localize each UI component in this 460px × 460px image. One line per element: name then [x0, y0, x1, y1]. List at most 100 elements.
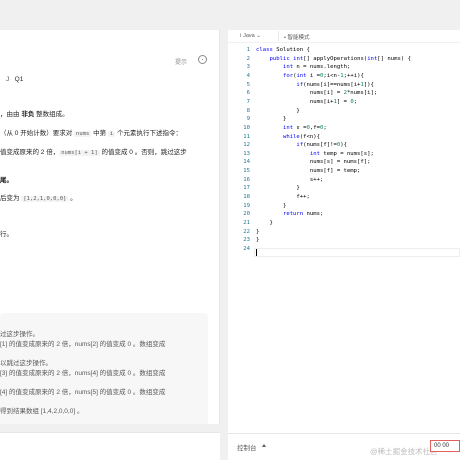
code-text: public int[] applyOperations(int[] nums)…	[269, 55, 411, 62]
text-caret	[256, 249, 257, 256]
example-line-3: 以跳过这步操作。	[0, 360, 52, 367]
line-number: 17	[243, 185, 250, 192]
code-text: int s =0,f=0;	[282, 124, 327, 131]
line-number: 12	[243, 142, 250, 149]
desc-line-4: 尾。	[0, 177, 13, 184]
active-line-highlight	[254, 248, 460, 257]
code-line[interactable]: 7 nums[i+1] = 0;	[228, 98, 460, 106]
code-text: s++;	[256, 176, 324, 183]
code-text: }	[256, 185, 300, 192]
code-text: for(int i =0;i<n-1;++i){	[282, 72, 364, 79]
line-number: 18	[243, 194, 250, 201]
code-line[interactable]: 11 while(f<n){	[228, 133, 460, 141]
line-number: 1	[246, 47, 250, 53]
code-text: }	[256, 237, 260, 244]
code-text: nums[s] = nums[f];	[256, 159, 371, 166]
code-line[interactable]: 20 return nums;	[228, 210, 460, 218]
line-number: 11	[243, 133, 250, 140]
problem-tag: J Q1	[6, 76, 24, 83]
dot-icon: •	[284, 35, 286, 41]
desc-line-5: 后变为 [1,2,1,0,0,0] 。	[0, 195, 77, 202]
toolbar-separator	[278, 31, 279, 41]
example-line-4: [3] 的值变成原来的 2 倍，nums[4] 的值变成 0 。数组变成	[0, 370, 166, 377]
problem-description-card: J Q1 ，由由 非负 整数组成。 （从 0 开始计数）要求对 nums 中第 …	[0, 30, 220, 424]
code-area[interactable]: 1 class Solution { 2 public int[] applyOpe…	[228, 46, 460, 426]
code-line[interactable]: 15 nums[f] = temp;	[228, 167, 460, 175]
hint-button[interactable]: 提示	[175, 57, 187, 66]
code-text: int temp = nums[s];	[309, 150, 374, 157]
code-line[interactable]: 18 f++;	[228, 193, 460, 201]
example-line-2: [1] 的值变成原来的 2 倍，nums[2] 的值变成 0 。数组变成	[0, 341, 166, 348]
code-line[interactable]: 8 }	[228, 107, 460, 115]
line-number: 7	[246, 98, 250, 105]
timer-badge[interactable]: 00 00	[430, 440, 460, 452]
desc-line-3: 值变成原来的 2 倍， nums[i + 1] 的值变成 0 。否则，跳过这步	[0, 149, 187, 156]
code-text: if(nums[f]!=0){	[296, 142, 347, 149]
desc-line-1: ，由由 非负 整数组成。	[0, 111, 69, 118]
desc-line-2: （从 0 开始计数）要求对 nums 中第 i 个元素执行下述指令：	[0, 130, 183, 137]
code-line[interactable]: 3 int n = nums.length;	[228, 63, 460, 71]
code-text: }	[256, 107, 300, 114]
left-top-bar	[0, 0, 222, 30]
line-number: 9	[246, 116, 250, 123]
example-block: 过这步操作。 [1] 的值变成原来的 2 倍，nums[2] 的值变成 0 。数…	[0, 313, 208, 424]
line-number: 3	[246, 64, 250, 71]
code-line[interactable]: 13 int temp = nums[s];	[228, 150, 460, 158]
mode-selector[interactable]: • 智能模式	[284, 33, 309, 41]
code-line[interactable]: 1 class Solution {	[228, 46, 460, 54]
language-selector[interactable]: ⅰ Java ⌄	[240, 33, 261, 39]
example-line-5: [4] 的值变成原来的 2 倍，nums[5] 的值变成 0 。数组变成	[0, 389, 166, 396]
code-line[interactable]: 14 nums[s] = nums[f];	[228, 158, 460, 166]
code-text: return nums;	[282, 211, 324, 218]
line-number: 5	[246, 81, 250, 88]
code-text: }	[256, 220, 273, 226]
code-line[interactable]: 22}	[228, 228, 460, 236]
code-line[interactable]: 10 int s =0,f=0;	[228, 124, 460, 132]
code-text: while(f<n){	[282, 133, 321, 140]
chevron-up-icon[interactable]	[262, 444, 266, 447]
code-line[interactable]: 12 if(nums[f]!=0){	[228, 141, 460, 149]
code-text: class Solution {	[256, 47, 310, 53]
dropdown-caret-icon: ⌄	[256, 33, 261, 39]
watermark-text: @稀土掘金技术社区	[370, 447, 438, 456]
code-line[interactable]: 23}	[228, 236, 460, 244]
left-bottom-bar	[0, 432, 220, 460]
desc-line-6: 行。	[0, 231, 13, 238]
line-number: 20	[243, 211, 250, 218]
chevron-down-icon: ⅰ	[240, 33, 242, 39]
line-number: 23	[243, 237, 250, 244]
line-number: 13	[243, 150, 250, 157]
right-top-bar	[228, 0, 460, 30]
code-line[interactable]: 4 for(int i =0;i<n-1;++i){	[228, 72, 460, 80]
code-line[interactable]: 17 }	[228, 184, 460, 192]
code-line[interactable]: 21 }	[228, 219, 460, 227]
code-line[interactable]: 19 }	[228, 202, 460, 210]
code-line[interactable]: 5 if(nums[i]==nums[i+1]){	[228, 81, 460, 89]
code-line[interactable]: 2 public int[] applyOperations(int[] num…	[228, 55, 460, 63]
line-number: 4	[246, 72, 250, 79]
info-icon[interactable]	[198, 55, 207, 64]
code-text: nums[i] = 2*nums[i];	[256, 90, 378, 97]
line-number: 21	[243, 220, 250, 226]
code-text: nums[f] = temp;	[256, 168, 361, 175]
example-line-6: 得到结果数组 [1,4,2,0,0,0] 。	[0, 408, 84, 415]
code-line[interactable]: 9 }	[228, 115, 460, 123]
code-text: nums[i+1] = 0;	[256, 98, 358, 105]
line-number: 24	[243, 245, 250, 252]
line-number: 16	[243, 176, 250, 183]
line-number: 22	[243, 228, 250, 235]
code-text: f++;	[256, 194, 310, 201]
code-text: }	[256, 202, 287, 209]
line-number: 19	[243, 202, 250, 209]
line-number: 8	[246, 107, 250, 114]
line-number: 14	[243, 159, 250, 166]
code-line[interactable]: 16 s++;	[228, 176, 460, 184]
console-toggle[interactable]: 控制台	[237, 442, 257, 452]
code-text: int n = nums.length;	[282, 64, 351, 71]
line-number: 6	[246, 90, 250, 97]
editor-toolbar	[228, 30, 460, 43]
code-text: }	[256, 228, 260, 235]
line-number: 15	[243, 168, 250, 175]
example-line-1: 过这步操作。	[0, 331, 39, 338]
code-line[interactable]: 6 nums[i] = 2*nums[i];	[228, 89, 460, 97]
